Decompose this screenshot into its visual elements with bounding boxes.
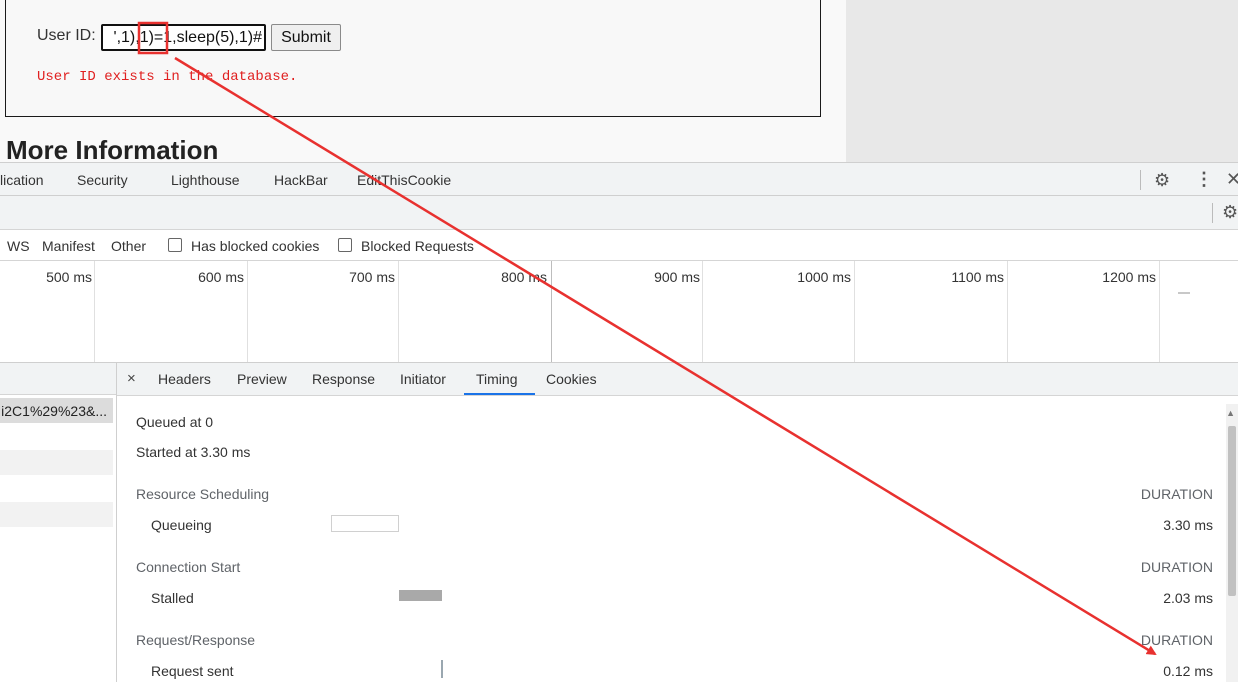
table-row[interactable] (0, 450, 113, 475)
tab-application[interactable]: lication (0, 172, 44, 188)
userid-input[interactable]: ',1),1)=1,sleep(5),1)# (101, 24, 266, 51)
overview-gridline (1159, 261, 1160, 362)
tab-timing[interactable]: Timing (476, 371, 518, 387)
blocked-cookies-label: Has blocked cookies (191, 238, 320, 254)
overview-gridline (398, 261, 399, 362)
tab-response[interactable]: Response (312, 371, 375, 387)
request-list-header (0, 363, 116, 395)
overview-tick-label: 1100 ms (951, 269, 1004, 285)
queued-at-text: Queued at 0 (136, 414, 214, 430)
filter-manifest[interactable]: Manifest (42, 238, 95, 254)
overview-gridline (247, 261, 248, 362)
request-sent-label: Request sent (151, 663, 234, 679)
more-vertical-icon[interactable]: ⋮ (1195, 169, 1213, 190)
duration-header: DURATION (1140, 486, 1213, 502)
overview-gridline (1007, 261, 1008, 362)
login-form-box: User ID: ',1),1)=1,sleep(5),1)# Submit U… (5, 0, 821, 117)
queueing-bar (331, 515, 399, 532)
tab-lighthouse[interactable]: Lighthouse (171, 172, 240, 188)
tab-hackbar[interactable]: HackBar (274, 172, 328, 188)
table-row[interactable] (0, 502, 113, 527)
stalled-bar (399, 590, 442, 601)
stalled-label: Stalled (151, 590, 194, 606)
stalled-value: 2.03 ms (1163, 590, 1213, 606)
close-icon[interactable]: × (127, 370, 136, 387)
overview-tick-label: 1000 ms (797, 269, 851, 285)
filter-ws[interactable]: WS (7, 238, 30, 254)
request-name: i2C1%29%23&... (1, 403, 107, 419)
overview-tick-label: 800 ms (501, 269, 547, 285)
submit-button[interactable]: Submit (271, 24, 341, 51)
overview-tick-label: 900 ms (654, 269, 700, 285)
overview-tick-label: 700 ms (349, 269, 395, 285)
blocked-requests-checkbox[interactable] (338, 238, 352, 252)
blocked-requests-label: Blocked Requests (361, 238, 474, 254)
network-overview-timeline[interactable]: 500 ms 600 ms 700 ms 800 ms 900 ms 1000 … (0, 261, 1238, 363)
filter-bar: WS Manifest Other Has blocked cookies Bl… (0, 231, 1238, 261)
blocked-cookies-checkbox[interactable] (168, 238, 182, 252)
tab-initiator[interactable]: Initiator (400, 371, 446, 387)
overview-tick-label: 500 ms (46, 269, 92, 285)
timing-panel: Queued at 0 Started at 3.30 ms Resource … (117, 396, 1238, 682)
web-page: User ID: ',1),1)=1,sleep(5),1)# Submit U… (0, 0, 1238, 165)
devtools-tab-bar: lication Security Lighthouse HackBar Edi… (0, 162, 1238, 196)
section-title-connection-start: Connection Start (136, 559, 241, 575)
request-sent-value: 0.12 ms (1163, 663, 1213, 679)
overview-tick-label: 1200 ms (1102, 269, 1156, 285)
userid-label: User ID: (37, 27, 96, 44)
tab-bar-divider (1140, 170, 1141, 190)
page-side-panel (846, 0, 1238, 162)
request-list: i2C1%29%23&... (0, 363, 117, 682)
overview-gridline (94, 261, 95, 362)
tab-cookies[interactable]: Cookies (546, 371, 597, 387)
close-icon[interactable]: ✕ (1226, 169, 1238, 190)
overview-tick-label: 600 ms (198, 269, 244, 285)
gear-icon[interactable]: ⚙ (1154, 170, 1170, 191)
queueing-label: Queueing (151, 517, 212, 533)
userid-input-value: ',1),1)=1,sleep(5),1)# (113, 29, 262, 46)
duration-header: DURATION (1140, 632, 1213, 648)
tab-preview[interactable]: Preview (237, 371, 287, 387)
overview-load-marker (551, 261, 552, 362)
started-at-text: Started at 3.30 ms (136, 444, 251, 460)
request-detail-tabs: × Headers Preview Response Initiator Tim… (117, 363, 1238, 396)
table-row[interactable]: i2C1%29%23&... (0, 398, 113, 423)
network-settings-gear-icon[interactable]: ⚙ (1222, 202, 1238, 223)
queueing-value: 3.30 ms (1163, 517, 1213, 533)
screenshot-root: User ID: ',1),1)=1,sleep(5),1)# Submit U… (0, 0, 1238, 682)
section-title-request-response: Request/Response (136, 632, 256, 648)
network-toolbar: ⚙ (0, 196, 1238, 230)
result-message: User ID exists in the database. (37, 69, 298, 85)
request-sent-bar (441, 660, 443, 678)
duration-header: DURATION (1140, 559, 1213, 575)
toolbar-divider (1212, 203, 1213, 223)
tab-security[interactable]: Security (77, 172, 128, 188)
tab-editthiscookie[interactable]: EditThisCookie (357, 172, 451, 188)
overview-scroll-dash (1178, 292, 1190, 294)
overview-gridline (702, 261, 703, 362)
scroll-up-arrow-icon[interactable]: ▲ (1226, 408, 1235, 418)
scrollbar-thumb[interactable] (1228, 426, 1236, 596)
section-title-resource-scheduling: Resource Scheduling (136, 486, 270, 502)
overview-gridline (854, 261, 855, 362)
active-tab-indicator (464, 393, 535, 395)
tab-headers[interactable]: Headers (158, 371, 211, 387)
filter-other[interactable]: Other (111, 238, 146, 254)
